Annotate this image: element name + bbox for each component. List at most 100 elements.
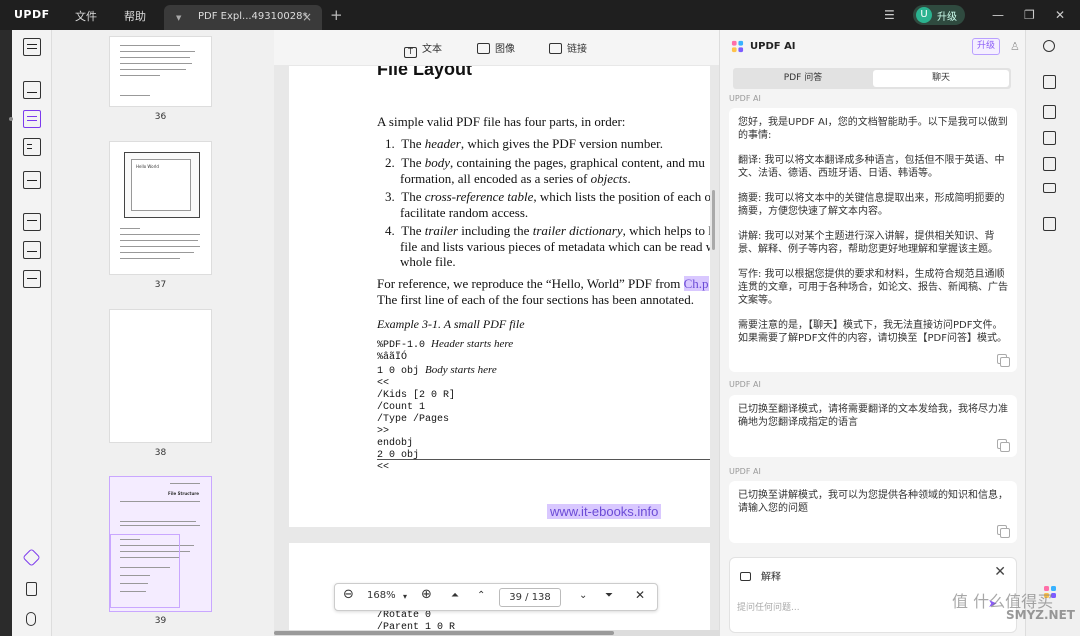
thumbnail-number: 38 xyxy=(154,448,167,458)
horizontal-scrollbar[interactable] xyxy=(274,630,719,636)
thumbnail-page-36[interactable] xyxy=(109,36,212,107)
bookmark-icon[interactable] xyxy=(26,582,37,596)
thumbnail-page-39[interactable]: File Structure xyxy=(109,476,212,612)
document-tab[interactable]: ▼ PDF Expl...49310028* × xyxy=(164,5,322,30)
first-page-icon[interactable]: ⏶ xyxy=(451,590,459,601)
restore-icon[interactable]: ❐ xyxy=(1024,8,1035,22)
message-sender: UPDF AI xyxy=(729,467,761,476)
right-tool-strip xyxy=(1025,30,1080,636)
menu-file[interactable]: 文件 xyxy=(75,8,97,24)
page-control-bar: ⊖ 168% ▾ ⊕ ⏶ ⌃ 39 / 138 ⌄ ⏷ ✕ xyxy=(334,583,658,611)
chapter-link[interactable]: Ch.p xyxy=(683,276,709,291)
tab-pdf-qa[interactable]: PDF 问答 xyxy=(735,70,871,87)
updf-ai-logo-icon xyxy=(731,40,744,53)
image-icon xyxy=(477,43,490,54)
crop-icon[interactable] xyxy=(23,241,41,259)
search-icon[interactable] xyxy=(1043,40,1055,52)
pages-icon[interactable] xyxy=(23,138,41,156)
code-line: << xyxy=(377,462,513,474)
thumbnail-number: 36 xyxy=(154,112,167,122)
message-sender: UPDF AI xyxy=(729,94,761,103)
viewport-indicator[interactable] xyxy=(110,534,180,608)
page-number-box[interactable]: 39 / 138 xyxy=(499,588,561,607)
pdf-page[interactable]: File Layout A simple valid PDF file has … xyxy=(289,66,710,527)
ai-panel: UPDF AI 升级 ♙ PDF 问答 聊天 UPDF AI 您好，我是UPDF… xyxy=(719,30,1025,636)
code-line: /Count 1 xyxy=(377,402,513,414)
tab-close-icon[interactable]: × xyxy=(302,10,312,24)
zoom-level[interactable]: 168% xyxy=(367,590,396,601)
next-page-icon[interactable]: ⌄ xyxy=(579,590,587,601)
prev-page-icon[interactable]: ⌃ xyxy=(477,590,485,601)
zoom-in-icon[interactable]: ⊕ xyxy=(421,587,432,602)
document-view: T 文本 图像 链接 File Layout A simple valid PDF… xyxy=(274,30,719,636)
avatar: U xyxy=(916,7,932,23)
ai-message: 已切换至讲解模式，我可以为您提供各种领域的知识和信息，请输入您的问题 xyxy=(729,481,1017,543)
add-text-button[interactable]: T 文本 xyxy=(404,40,442,58)
organize-icon[interactable] xyxy=(23,213,41,231)
add-link-button[interactable]: 链接 xyxy=(549,40,587,55)
email-icon[interactable] xyxy=(1043,183,1056,193)
protect-icon[interactable] xyxy=(1043,131,1056,145)
intro-text: A simple valid PDF file has four parts, … xyxy=(377,114,626,129)
code-text: /Count 1 xyxy=(377,402,426,413)
footer-link[interactable]: www.it-ebooks.info xyxy=(547,504,662,519)
attachment-icon[interactable] xyxy=(26,612,36,626)
code-line: endobj xyxy=(377,438,513,450)
tab-dropdown-icon[interactable]: ▼ xyxy=(176,14,181,22)
tab-chat[interactable]: 聊天 xyxy=(873,70,1009,87)
copy-icon[interactable] xyxy=(997,439,1010,452)
form-icon[interactable] xyxy=(23,171,41,189)
code-annotation: Body starts here xyxy=(425,364,497,376)
copy-icon[interactable] xyxy=(997,354,1010,367)
code-line: 1 0 obj Body starts here xyxy=(377,364,513,378)
lock-icon[interactable]: ♙ xyxy=(1010,40,1020,53)
code-text: >> xyxy=(377,426,390,437)
ai-question-input[interactable]: 提问任何问题... xyxy=(737,600,800,613)
thumbnail-figure: Hello World xyxy=(124,152,200,218)
ocr-tool-icon[interactable] xyxy=(1043,75,1056,89)
vertical-scrollbar[interactable] xyxy=(712,190,715,250)
code-text: << xyxy=(377,378,390,389)
upgrade-label: 升级 xyxy=(937,12,957,23)
code-line: /Kids [2 0 R] xyxy=(377,390,513,402)
code-text: /Kids [2 0 R] xyxy=(377,390,456,401)
ai-header: UPDF AI 升级 ♙ xyxy=(720,30,1026,66)
collapse-dot-icon[interactable] xyxy=(9,117,13,121)
convert-icon[interactable] xyxy=(1043,105,1056,119)
code-line: %PDF-1.0 Header starts here xyxy=(377,338,513,352)
list-item: 2. The body, containing the pages, graph… xyxy=(385,155,705,170)
close-page-control-icon[interactable]: ✕ xyxy=(635,588,645,602)
user-list-icon[interactable]: ☰ xyxy=(884,8,895,22)
menu-help[interactable]: 帮助 xyxy=(124,8,146,24)
ai-upgrade-button[interactable]: 升级 xyxy=(972,38,1000,55)
copy-icon[interactable] xyxy=(997,525,1010,538)
thumbnail-number: 39 xyxy=(154,616,167,626)
layers-icon[interactable] xyxy=(22,548,41,567)
tab-title: PDF Expl...49310028* xyxy=(198,11,308,22)
save-icon[interactable] xyxy=(1043,217,1056,231)
zoom-out-icon[interactable]: ⊖ xyxy=(343,587,354,602)
edit-pdf-icon[interactable] xyxy=(23,110,41,128)
ocr-icon[interactable] xyxy=(23,270,41,288)
example-caption: Example 3-1. A small PDF file xyxy=(377,317,525,331)
zoom-dropdown-icon[interactable]: ▾ xyxy=(403,592,407,601)
thumbnail-page-38[interactable] xyxy=(109,309,212,443)
list-item-continuation: whole file. xyxy=(400,254,456,269)
close-window-icon[interactable]: ✕ xyxy=(1055,8,1065,22)
code-line: >> xyxy=(377,426,513,438)
last-page-icon[interactable]: ⏷ xyxy=(605,590,613,601)
add-image-button[interactable]: 图像 xyxy=(477,40,515,55)
close-mode-icon[interactable]: ✕ xyxy=(994,564,1006,580)
minimize-icon[interactable]: — xyxy=(992,8,1004,22)
list-item-continuation: facilitate random access. xyxy=(400,205,529,220)
edit-toolbar: T 文本 图像 链接 xyxy=(274,30,719,65)
thumbnail-page-37[interactable]: Hello World xyxy=(109,141,212,275)
reader-icon[interactable] xyxy=(23,38,41,56)
share-icon[interactable] xyxy=(1043,157,1056,171)
comment-icon[interactable] xyxy=(23,81,41,99)
code-line: %âãÏÓ xyxy=(377,352,513,364)
upgrade-button[interactable]: U 升级 xyxy=(913,5,965,25)
ai-title: UPDF AI xyxy=(750,41,796,52)
code-annotation: Header starts here xyxy=(431,338,514,350)
new-tab-icon[interactable]: + xyxy=(330,6,343,24)
